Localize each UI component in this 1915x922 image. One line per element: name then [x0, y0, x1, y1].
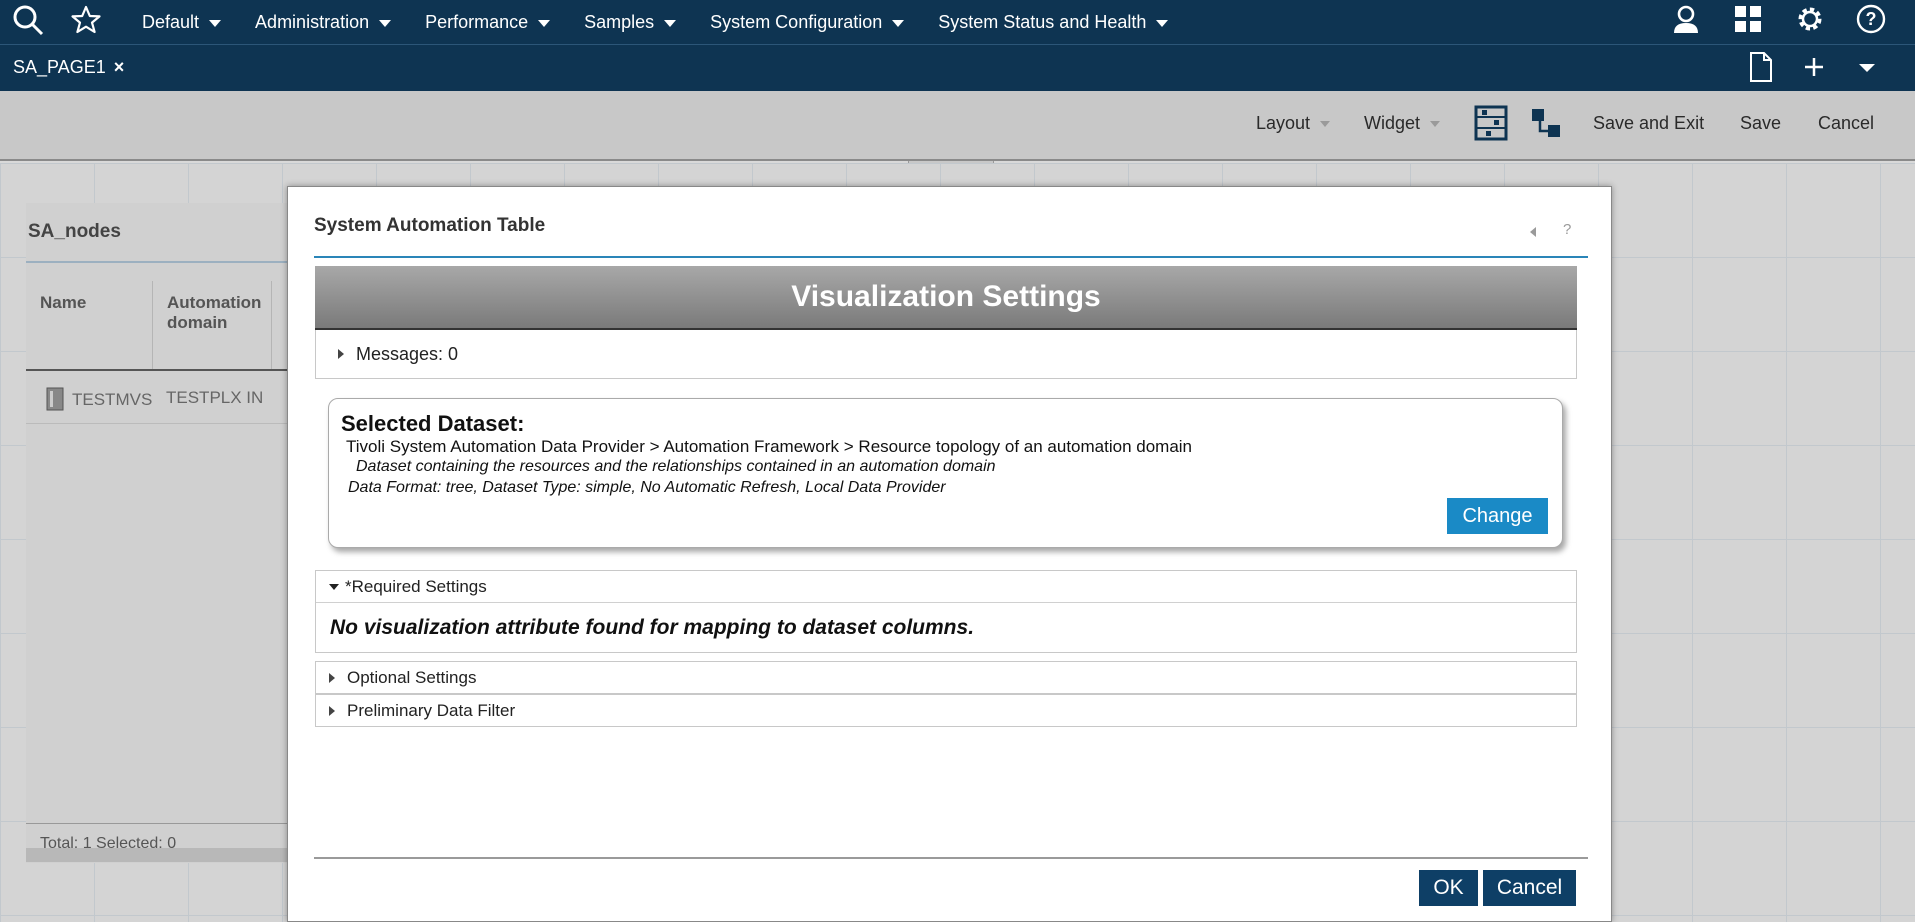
dataset-path: Tivoli System Automation Data Provider >… — [346, 437, 1193, 456]
ok-button[interactable]: OK — [1419, 870, 1478, 906]
chevron-down-icon — [379, 20, 392, 27]
menu-administration[interactable]: Administration — [255, 11, 392, 33]
preliminary-data-filter-label: Preliminary Data Filter — [347, 700, 516, 720]
menu-performance[interactable]: Performance — [425, 11, 551, 33]
dataset-description: Dataset containing the resources and the… — [356, 458, 996, 475]
save-button[interactable]: Save — [1740, 113, 1781, 134]
top-navigation-bar: Default Administration Performance Sampl… — [0, 0, 1915, 44]
search-icon[interactable] — [12, 4, 44, 36]
chevron-down-icon — [538, 20, 551, 27]
help-icon[interactable]: ? — [1855, 3, 1887, 35]
column-separator — [152, 281, 153, 371]
visualization-settings-dialog: System Automation Table ? Visualization … — [287, 186, 1612, 922]
page-edit-toolbar: Layout Widget Save and Exit Save Cancel — [0, 91, 1915, 161]
user-icon[interactable] — [1670, 3, 1702, 35]
chevron-down-icon — [1430, 120, 1441, 127]
required-settings-section: *Required Settings No visualization attr… — [315, 570, 1577, 653]
save-and-exit-button[interactable]: Save and Exit — [1593, 113, 1704, 134]
preliminary-data-filter-section[interactable]: Preliminary Data Filter — [315, 694, 1577, 727]
optional-settings-section[interactable]: Optional Settings — [315, 661, 1577, 694]
visualization-settings-header: Visualization Settings — [315, 266, 1577, 330]
widget-label: Widget — [1364, 113, 1421, 133]
expand-arrow-icon — [329, 705, 335, 716]
close-icon[interactable]: × — [114, 57, 125, 78]
selected-dataset-heading: Selected Dataset: — [341, 411, 525, 436]
divider — [26, 423, 296, 424]
apps-grid-icon[interactable] — [1732, 3, 1764, 35]
menu-default[interactable]: Default — [142, 11, 222, 33]
menu-label: System Configuration — [710, 11, 883, 32]
widget-menu[interactable]: Widget — [1364, 113, 1441, 134]
tab-sa-page1[interactable]: SA_PAGE1 × — [13, 57, 124, 78]
tab-label: SA_PAGE1 — [13, 57, 106, 77]
table-cell-domain[interactable]: TESTPLX IN — [166, 388, 272, 408]
star-icon[interactable] — [70, 4, 102, 36]
messages-toggle[interactable]: Messages: 0 — [315, 330, 1577, 379]
expand-arrow-icon — [329, 672, 335, 683]
menu-label: Administration — [255, 11, 370, 32]
optional-settings-label: Optional Settings — [347, 667, 477, 687]
chevron-down-icon — [1320, 120, 1331, 127]
main-menu: Default Administration Performance Sampl… — [142, 0, 1202, 44]
dialog-title-divider — [314, 256, 1588, 258]
cancel-button[interactable]: Cancel — [1483, 870, 1576, 906]
required-settings-label: *Required Settings — [345, 576, 487, 596]
layout-label: Layout — [1256, 113, 1311, 133]
chevron-down-icon — [1156, 20, 1169, 27]
menu-label: Default — [142, 11, 200, 32]
menu-system-status-and-health[interactable]: System Status and Health — [938, 11, 1169, 33]
help-icon[interactable]: ? — [1563, 221, 1571, 238]
column-separator — [271, 281, 272, 371]
required-settings-message: No visualization attribute found for map… — [316, 602, 1576, 652]
expand-arrow-icon — [338, 349, 344, 359]
properties-panel-icon[interactable] — [1474, 105, 1508, 141]
dialog-footer-divider — [314, 857, 1588, 859]
dataset-format: Data Format: tree, Dataset Type: simple,… — [348, 479, 946, 496]
required-settings-toggle[interactable]: *Required Settings — [316, 571, 1576, 602]
chevron-down-icon — [892, 20, 905, 27]
divider — [26, 369, 296, 371]
menu-system-configuration[interactable]: System Configuration — [710, 11, 905, 33]
change-dataset-button[interactable]: Change — [1447, 498, 1548, 534]
menu-label: Samples — [584, 11, 655, 32]
svg-text:?: ? — [1866, 9, 1877, 29]
cancel-button[interactable]: Cancel — [1818, 113, 1874, 134]
collapse-arrow-icon — [329, 583, 339, 590]
gear-icon[interactable] — [1794, 3, 1826, 35]
new-page-icon[interactable] — [1748, 51, 1774, 88]
column-header-name[interactable]: Name — [40, 293, 86, 313]
table-widget-sa-nodes: SA_nodes Name Automation domain TESTMVS … — [26, 203, 296, 863]
selected-dataset-panel: Selected Dataset: Tivoli System Automati… — [328, 398, 1563, 548]
widget-title: SA_nodes — [28, 221, 121, 242]
collapse-left-icon[interactable] — [1528, 225, 1538, 243]
page-tab-bar: SA_PAGE1 × — [0, 44, 1915, 91]
menu-label: Performance — [425, 11, 529, 32]
wiring-icon[interactable] — [1530, 107, 1562, 139]
menu-label: System Status and Health — [938, 11, 1147, 32]
menu-samples[interactable]: Samples — [584, 11, 677, 33]
chevron-down-icon — [209, 20, 222, 27]
messages-label: Messages: 0 — [356, 343, 459, 364]
column-header-automation-domain[interactable]: Automation domain — [167, 293, 261, 333]
layout-menu[interactable]: Layout — [1256, 113, 1331, 134]
dialog-title: System Automation Table — [314, 215, 546, 236]
chevron-down-icon — [664, 20, 677, 27]
chevron-down-icon[interactable] — [1856, 51, 1878, 88]
divider — [26, 823, 296, 824]
add-icon[interactable] — [1800, 51, 1828, 88]
resource-icon — [46, 387, 64, 416]
divider — [26, 261, 296, 263]
table-cell-name[interactable]: TESTMVS — [72, 390, 154, 410]
horizontal-scrollbar[interactable] — [26, 848, 296, 862]
